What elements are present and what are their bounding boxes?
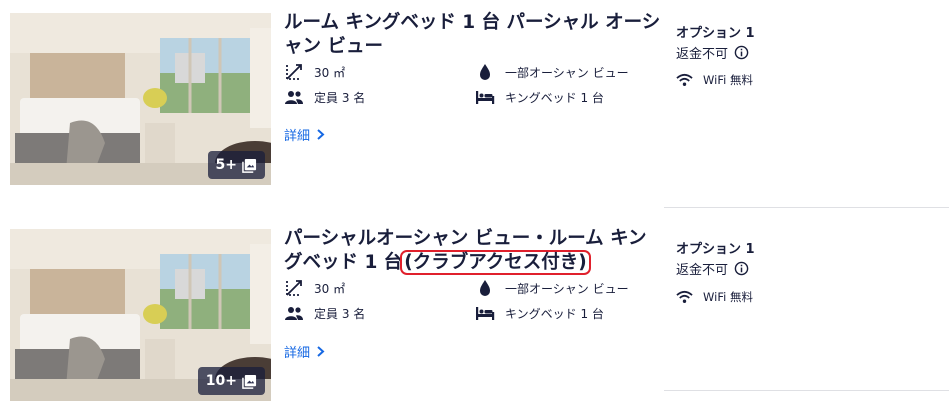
refund-policy: 返金不可 [676,43,749,62]
room-size-text: 30 ㎡ [314,281,346,296]
chevron-right-icon [317,129,325,140]
room-card-2: 10+ パーシャルオーシャン ビュー・ルーム キングベッド 1 台 (クラブアクセ… [0,216,949,416]
info-icon[interactable] [734,45,749,60]
room-occupancy-text: 定員 3 名 [314,306,366,321]
room-view-text: 一部オーシャン ビュー [505,281,629,296]
gallery-icon [242,374,257,389]
photo-count: 5+ [215,157,237,173]
room-occupancy: 定員 3 名 [284,87,365,107]
amenity-wifi: WiFi 無料 [676,72,753,88]
details-link[interactable]: 詳細 [284,125,325,144]
room-card-1: 5+ ルーム キングベッド 1 台 パーシャル オーシャン ビュー 30 ㎡ 一… [0,0,949,208]
details-link[interactable]: 詳細 [284,342,325,361]
room-view: 一部オーシャン ビュー [475,278,629,298]
water-drop-icon [480,64,490,80]
room-size: 30 ㎡ [284,62,345,82]
room-bed-text: キングベッド 1 台 [505,90,604,105]
option-label: オプション 1 [676,242,755,257]
bed-icon [476,91,495,104]
room-view-text: 一部オーシャン ビュー [505,65,629,80]
room-size-text: 30 ㎡ [314,65,346,80]
amenity-wifi: WiFi 無料 [676,289,753,305]
people-icon [285,307,303,320]
bed-icon [476,307,495,320]
wifi-icon [676,73,693,86]
photo-count-badge[interactable]: 10+ [197,367,265,395]
info-icon[interactable] [734,261,749,276]
room-view: 一部オーシャン ビュー [475,62,629,82]
wifi-text: WiFi 無料 [703,73,753,87]
details-link-text: 詳細 [284,346,311,361]
photo-count: 10+ [205,373,237,389]
club-access-highlight: (クラブアクセス付き) [400,250,591,275]
wifi-text: WiFi 無料 [703,290,753,304]
room-occupancy-text: 定員 3 名 [314,90,366,105]
room-occupancy: 定員 3 名 [284,303,365,323]
room-size-icon [286,64,302,80]
divider [664,207,949,208]
chevron-right-icon [317,346,325,357]
room-bed-text: キングベッド 1 台 [505,306,604,321]
gallery-icon [242,158,257,173]
room-bed: キングベッド 1 台 [475,303,604,323]
room-bed: キングベッド 1 台 [475,87,604,107]
room-title[interactable]: パーシャルオーシャン ビュー・ルーム キングベッド 1 台 (クラブアクセス付き) [284,227,664,275]
option-label: オプション 1 [676,26,755,41]
wifi-icon [676,290,693,303]
people-icon [285,91,303,104]
room-size: 30 ㎡ [284,278,345,298]
water-drop-icon [480,280,490,296]
room-size-icon [286,280,302,296]
photo-count-badge[interactable]: 5+ [207,151,265,179]
room-title[interactable]: ルーム キングベッド 1 台 パーシャル オーシャン ビュー [284,11,664,59]
room-photo[interactable]: 10+ [10,229,271,401]
refund-text: 返金不可 [676,263,729,278]
room-photo[interactable]: 5+ [10,13,271,185]
room-title-text: ルーム キングベッド 1 台 パーシャル オーシャン ビュー [284,12,661,57]
refund-policy: 返金不可 [676,259,749,278]
details-link-text: 詳細 [284,129,311,144]
divider [664,390,949,391]
refund-text: 返金不可 [676,47,729,62]
